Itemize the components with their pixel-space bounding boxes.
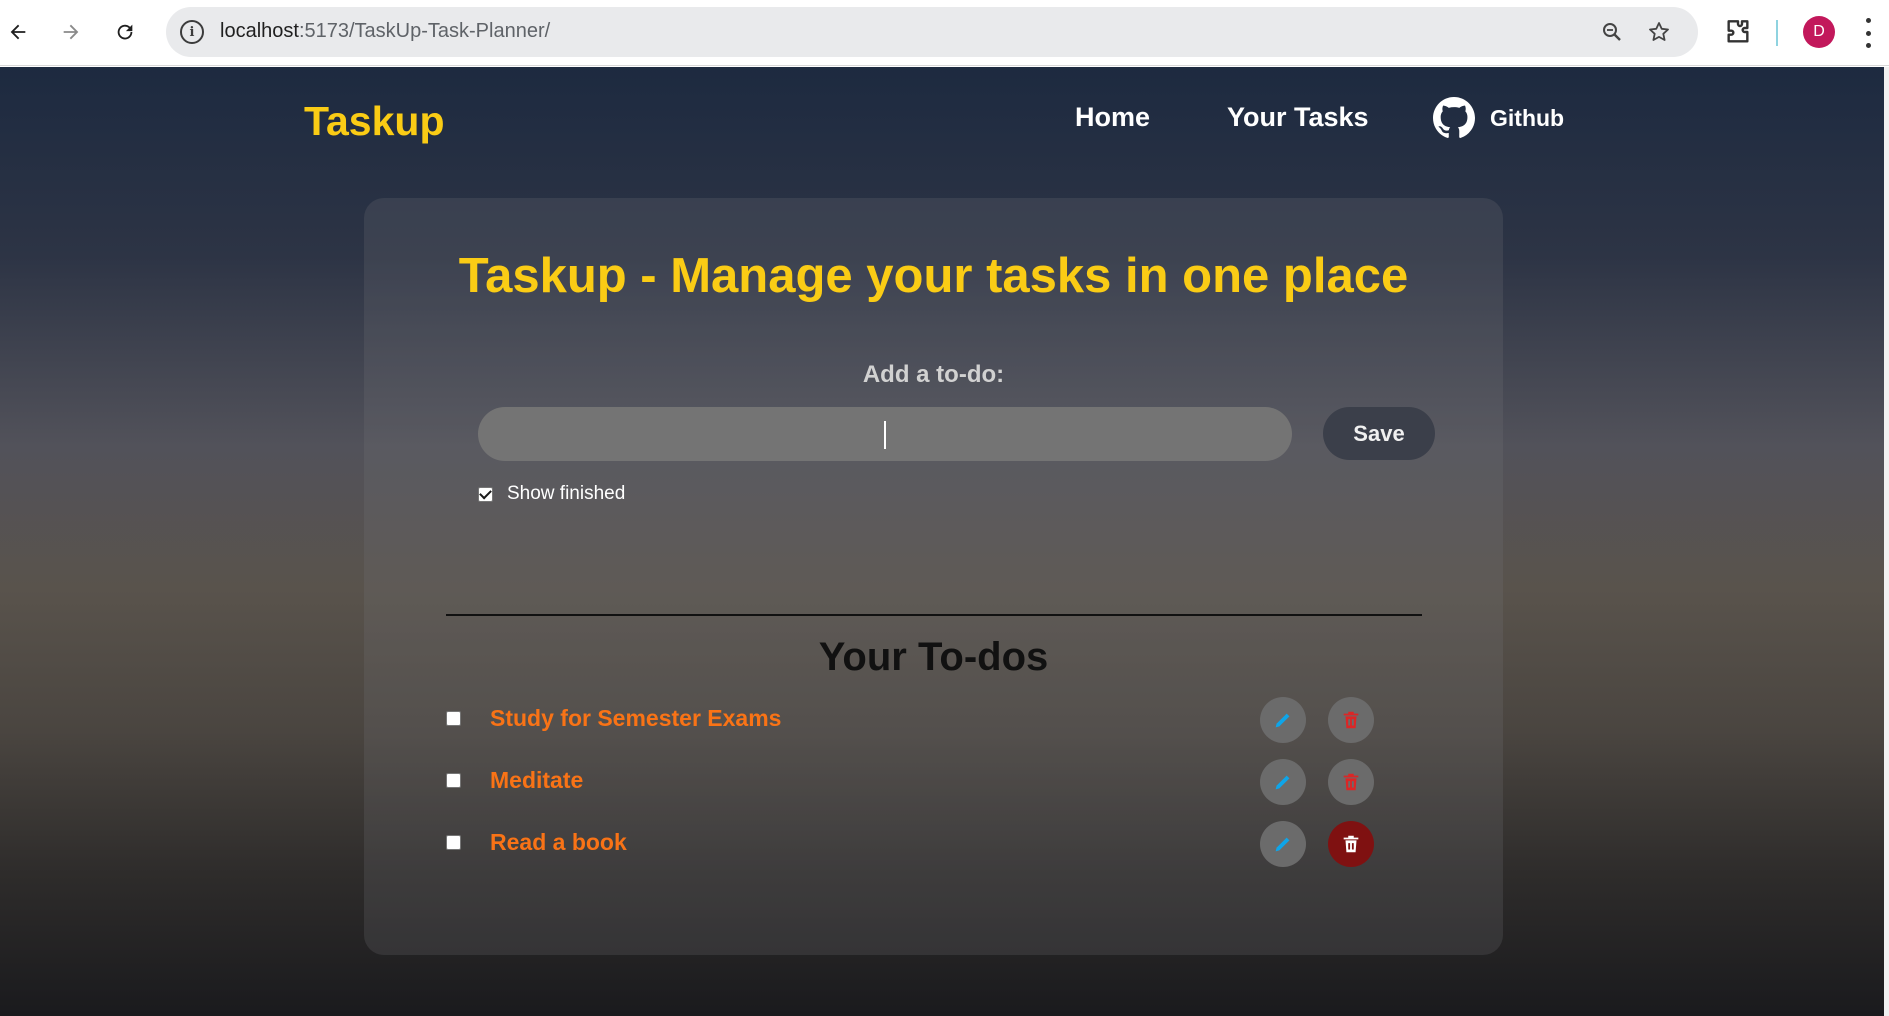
back-arrow-icon[interactable] [0, 14, 36, 50]
edit-button[interactable] [1260, 759, 1306, 805]
todo-text: Read a book [490, 829, 627, 855]
toolbar-divider [1776, 20, 1778, 46]
forward-arrow-icon[interactable] [53, 14, 89, 50]
url-text[interactable]: localhost:5173/TaskUp-Task-Planner/ [220, 20, 550, 43]
url-host: localhost [220, 20, 299, 42]
nav-link-home[interactable]: Home [1075, 102, 1150, 133]
url-path: :5173/TaskUp-Task-Planner/ [298, 20, 551, 42]
brand-logo[interactable]: Taskup [304, 98, 445, 145]
nav-link-your-tasks[interactable]: Your Tasks [1227, 102, 1369, 133]
trash-icon [1343, 711, 1359, 729]
show-finished-toggle[interactable]: Show finished [478, 483, 625, 505]
address-bar[interactable]: i localhost:5173/TaskUp-Task-Planner/ [166, 7, 1698, 57]
delete-button[interactable] [1328, 759, 1374, 805]
todo-checkbox[interactable] [446, 835, 461, 850]
edit-button[interactable] [1260, 697, 1306, 743]
delete-button[interactable] [1328, 697, 1374, 743]
main-card: Taskup - Manage your tasks in one place … [364, 198, 1503, 955]
extensions-icon[interactable] [1722, 16, 1754, 48]
zoom-icon[interactable] [1599, 19, 1625, 45]
more-menu-icon[interactable] [1858, 18, 1878, 48]
reload-icon[interactable] [107, 14, 143, 50]
delete-button[interactable] [1328, 821, 1374, 867]
todo-text: Meditate [490, 767, 584, 793]
todo-item: Study for Semester Exams [446, 697, 1386, 743]
github-link[interactable]: Github [1433, 97, 1564, 139]
pencil-icon [1275, 837, 1290, 852]
edit-button[interactable] [1260, 821, 1306, 867]
page-title: Taskup - Manage your tasks in one place [458, 249, 1409, 303]
text-caret [884, 421, 886, 449]
profile-avatar[interactable]: D [1803, 16, 1835, 48]
todo-checkbox[interactable] [446, 711, 461, 726]
show-finished-checkbox[interactable] [478, 486, 493, 502]
todo-checkbox[interactable] [446, 773, 461, 788]
add-todo-label: Add a to-do: [862, 361, 1005, 388]
todo-item: Read a book [446, 821, 1386, 867]
site-info-icon[interactable]: i [180, 20, 204, 44]
todo-text: Study for Semester Exams [490, 705, 782, 731]
trash-icon [1343, 773, 1359, 791]
save-button[interactable]: Save [1323, 407, 1435, 460]
github-icon [1433, 97, 1475, 138]
browser-toolbar: i localhost:5173/TaskUp-Task-Planner/ D [0, 0, 1889, 66]
todo-item: Meditate [446, 759, 1386, 805]
pencil-icon [1275, 775, 1290, 790]
pencil-icon [1275, 713, 1290, 728]
todos-heading: Your To-dos [818, 635, 1049, 679]
show-finished-label[interactable]: Show finished [507, 483, 625, 505]
bookmark-star-icon[interactable] [1646, 19, 1672, 45]
page-viewport: Taskup Home Your Tasks Github Taskup - M… [0, 67, 1884, 1016]
page-scrollbar[interactable] [1884, 67, 1889, 1016]
trash-icon [1343, 835, 1359, 853]
profile-initial: D [1813, 23, 1825, 40]
github-label: Github [1490, 104, 1565, 131]
section-divider [446, 614, 1422, 616]
